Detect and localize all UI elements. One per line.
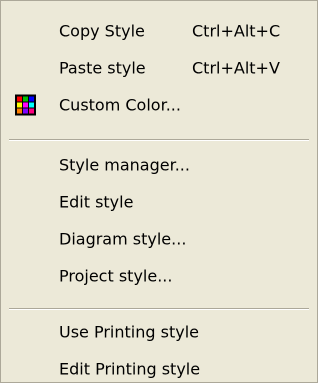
menu-item-label: Diagram style... xyxy=(59,229,187,249)
menu-separator xyxy=(9,308,309,310)
color-palette-icon xyxy=(15,94,36,116)
menu-item-copy-style[interactable]: Copy Style Ctrl+Alt+C xyxy=(3,14,315,48)
context-menu: Copy Style Ctrl+Alt+C Paste style Ctrl+A… xyxy=(0,0,318,383)
menu-item-edit-printing-style[interactable]: Edit Printing style xyxy=(3,352,315,386)
menu-item-use-printing-style[interactable]: Use Printing style xyxy=(3,315,315,349)
menu-item-label: Project style... xyxy=(59,266,173,286)
menu-item-diagram-style[interactable]: Diagram style... xyxy=(3,222,315,256)
menu-item-paste-style[interactable]: Paste style Ctrl+Alt+V xyxy=(3,51,315,85)
menu-item-shortcut: Ctrl+Alt+C xyxy=(192,21,281,41)
menu-item-edit-style[interactable]: Edit style xyxy=(3,185,315,219)
menu-item-label: Custom Color... xyxy=(59,95,181,115)
menu-item-label: Edit style xyxy=(59,192,134,212)
menu-item-label: Style manager... xyxy=(59,155,190,175)
menu-item-label: Edit Printing style xyxy=(59,359,201,379)
menu-separator xyxy=(9,139,309,141)
menu-item-style-manager[interactable]: Style manager... xyxy=(3,148,315,182)
menu-item-custom-color[interactable]: Custom Color... xyxy=(3,88,315,122)
menu-item-shortcut: Ctrl+Alt+V xyxy=(192,58,280,78)
menu-item-project-style[interactable]: Project style... xyxy=(3,259,315,293)
menu-item-label: Use Printing style xyxy=(59,322,199,342)
menu-item-label: Paste style xyxy=(59,58,146,78)
menu-item-label: Copy Style xyxy=(59,21,145,41)
